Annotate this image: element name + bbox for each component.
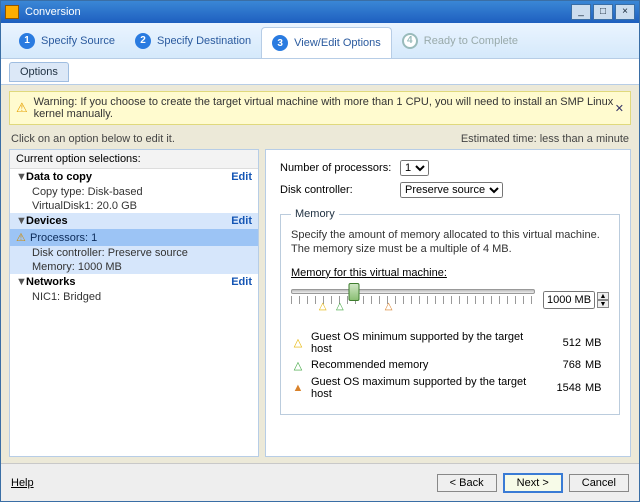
slider-thumb[interactable] bbox=[349, 283, 360, 301]
section-head-devices[interactable]: ▼ Devices Edit bbox=[10, 213, 258, 229]
triangle-icon: ▲ bbox=[291, 382, 305, 394]
nic1[interactable]: NIC1: Bridged bbox=[10, 290, 258, 304]
app-icon bbox=[5, 5, 19, 19]
warning-banner: ⚠ Warning: If you choose to create the t… bbox=[9, 91, 631, 125]
chevron-down-icon: ▼ bbox=[16, 215, 26, 227]
memory-field-label: Memory for this virtual machine: bbox=[291, 267, 609, 279]
triangle-icon: △ bbox=[291, 359, 305, 372]
chevron-down-icon: ▼ bbox=[16, 171, 26, 183]
edit-link[interactable]: Edit bbox=[231, 215, 252, 227]
step-view-edit-options[interactable]: 3 View/Edit Options bbox=[261, 27, 392, 58]
copy-type[interactable]: Copy type: Disk-based bbox=[10, 185, 258, 199]
cancel-button[interactable]: Cancel bbox=[569, 474, 629, 492]
disk-controller-label: Disk controller: bbox=[280, 184, 400, 196]
minimize-button[interactable]: _ bbox=[571, 4, 591, 20]
conversion-window: Conversion _ □ × 1 Specify Source 2 Spec… bbox=[0, 0, 640, 502]
estimated-time-value: less than a minute bbox=[540, 133, 629, 145]
step-label: Specify Destination bbox=[157, 35, 251, 47]
legend-rec-unit: MB bbox=[585, 359, 609, 371]
spinner-up-icon[interactable]: ▲ bbox=[597, 292, 609, 300]
warning-text: Warning: If you choose to create the tar… bbox=[34, 96, 615, 120]
memory-slider[interactable]: △ △ △ bbox=[291, 283, 535, 317]
memory-group: Memory Specify the amount of memory allo… bbox=[280, 208, 620, 415]
step-specify-source[interactable]: 1 Specify Source bbox=[9, 23, 125, 58]
warning-icon: ⚠ bbox=[16, 231, 26, 244]
step-num: 2 bbox=[135, 33, 151, 49]
chevron-down-icon: ▼ bbox=[16, 276, 26, 288]
step-label: Ready to Complete bbox=[424, 35, 518, 47]
spinner-down-icon[interactable]: ▼ bbox=[597, 300, 609, 308]
step-label: Specify Source bbox=[41, 35, 115, 47]
options-tree: Current option selections: ▼ Data to cop… bbox=[9, 149, 259, 457]
estimated-time-label: Estimated time: bbox=[461, 133, 537, 145]
devices-memory[interactable]: Memory: 1000 MB bbox=[10, 260, 258, 274]
next-button[interactable]: Next > bbox=[503, 473, 563, 493]
legend-min-value: 512 bbox=[537, 337, 581, 349]
virtual-disk[interactable]: VirtualDisk1: 20.0 GB bbox=[10, 199, 258, 213]
step-ready-to-complete[interactable]: 4 Ready to Complete bbox=[392, 23, 528, 58]
step-num: 3 bbox=[272, 35, 288, 51]
memory-input[interactable] bbox=[543, 291, 595, 309]
sub-tab-bar: Options bbox=[1, 59, 639, 85]
wizard-footer: Help < Back Next > Cancel bbox=[1, 463, 639, 501]
slider-ticks bbox=[291, 296, 535, 304]
marker-min-icon: △ bbox=[319, 301, 327, 312]
section-head-data-to-copy[interactable]: ▼ Data to copy Edit bbox=[10, 169, 258, 185]
tab-options[interactable]: Options bbox=[9, 62, 69, 82]
legend-max-value: 1548 bbox=[537, 382, 581, 394]
slider-track bbox=[291, 289, 535, 294]
edit-link[interactable]: Edit bbox=[231, 171, 252, 183]
section-title: Data to copy bbox=[26, 171, 231, 183]
options-editor: Number of processors: 1 Disk controller:… bbox=[265, 149, 631, 457]
wizard-steps: 1 Specify Source 2 Specify Destination 3… bbox=[1, 23, 639, 59]
main-content: Current option selections: ▼ Data to cop… bbox=[1, 149, 639, 463]
hint-text: Click on an option below to edit it. bbox=[11, 133, 175, 145]
options-tree-header: Current option selections: bbox=[10, 150, 258, 169]
memory-legend: Memory bbox=[291, 208, 339, 220]
section-devices: ▼ Devices Edit ⚠ Processors: 1 Disk cont… bbox=[10, 213, 258, 274]
legend-rec-text: Recommended memory bbox=[311, 359, 537, 371]
num-processors-label: Number of processors: bbox=[280, 162, 400, 174]
help-link[interactable]: Help bbox=[11, 477, 34, 489]
legend-min-text: Guest OS minimum supported by the target… bbox=[311, 331, 537, 355]
maximize-button[interactable]: □ bbox=[593, 4, 613, 20]
edit-link[interactable]: Edit bbox=[231, 276, 252, 288]
close-button[interactable]: × bbox=[615, 4, 635, 20]
warning-close-icon[interactable]: ✕ bbox=[615, 102, 624, 115]
legend-max-text: Guest OS maximum supported by the target… bbox=[311, 376, 537, 400]
legend-row-rec: △ Recommended memory 768 MB bbox=[291, 359, 609, 372]
step-specify-destination[interactable]: 2 Specify Destination bbox=[125, 23, 261, 58]
section-head-networks[interactable]: ▼ Networks Edit bbox=[10, 274, 258, 290]
legend-row-max: ▲ Guest OS maximum supported by the targ… bbox=[291, 376, 609, 400]
triangle-icon: △ bbox=[291, 336, 305, 349]
memory-description: Specify the amount of memory allocated t… bbox=[291, 228, 609, 257]
memory-legend-rows: △ Guest OS minimum supported by the targ… bbox=[291, 331, 609, 400]
section-networks: ▼ Networks Edit NIC1: Bridged bbox=[10, 274, 258, 304]
num-processors-select[interactable]: 1 bbox=[400, 160, 429, 176]
section-title: Devices bbox=[26, 215, 231, 227]
titlebar[interactable]: Conversion _ □ × bbox=[1, 1, 639, 23]
back-button[interactable]: < Back bbox=[437, 474, 497, 492]
legend-min-unit: MB bbox=[585, 337, 609, 349]
devices-disk-controller[interactable]: Disk controller: Preserve source bbox=[10, 246, 258, 260]
marker-rec-icon: △ bbox=[336, 301, 344, 312]
legend-row-min: △ Guest OS minimum supported by the targ… bbox=[291, 331, 609, 355]
step-num: 1 bbox=[19, 33, 35, 49]
hint-row: Click on an option below to edit it. Est… bbox=[1, 131, 639, 149]
warning-icon: ⚠ bbox=[16, 100, 28, 116]
memory-spinner[interactable]: ▲ ▼ bbox=[543, 291, 609, 309]
step-num: 4 bbox=[402, 33, 418, 49]
section-title: Networks bbox=[26, 276, 231, 288]
marker-max-icon: △ bbox=[385, 301, 393, 312]
devices-processors[interactable]: ⚠ Processors: 1 bbox=[10, 229, 258, 246]
disk-controller-select[interactable]: Preserve source bbox=[400, 182, 503, 198]
legend-rec-value: 768 bbox=[537, 359, 581, 371]
section-data-to-copy: ▼ Data to copy Edit Copy type: Disk-base… bbox=[10, 169, 258, 213]
legend-max-unit: MB bbox=[585, 382, 609, 394]
window-title: Conversion bbox=[25, 6, 81, 18]
step-label: View/Edit Options bbox=[294, 37, 381, 49]
